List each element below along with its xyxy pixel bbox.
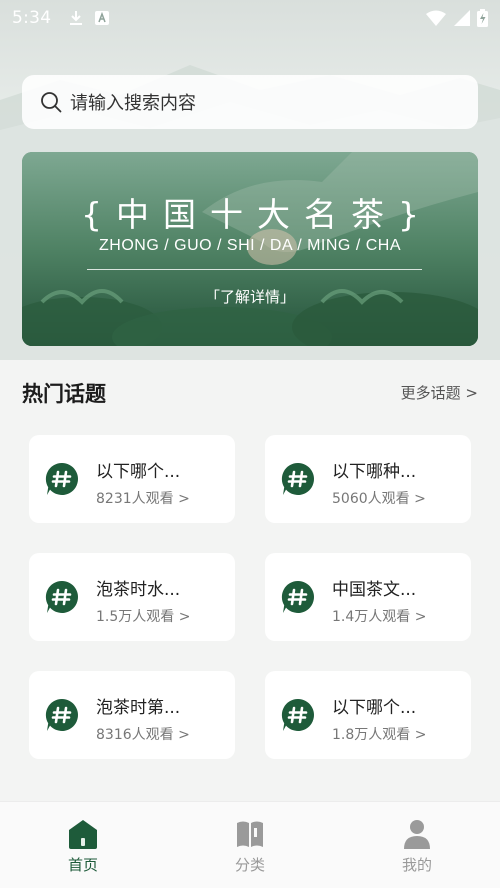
hot-topics-title: 热门话题 xyxy=(22,382,106,406)
hashtag-icon xyxy=(281,580,314,613)
person-icon xyxy=(404,820,430,849)
home-icon xyxy=(69,820,97,849)
topic-views: 8316人观看 > xyxy=(96,727,190,743)
nav-home-label: 首页 xyxy=(67,856,98,874)
font-icon xyxy=(95,11,110,25)
hashtag-icon xyxy=(45,462,78,495)
bottom-nav: 首页 分类 我的 xyxy=(0,801,500,888)
hashtag-icon xyxy=(281,462,314,495)
topic-views: 5060人观看 > xyxy=(332,491,426,507)
signal-icon xyxy=(454,10,470,26)
topic-card[interactable]: 中国茶文... 1.4万人观看 > xyxy=(265,553,471,641)
banner-subtitle: ZHONG / GUO / SHI / DA / MING / CHA xyxy=(99,237,401,254)
hashtag-icon xyxy=(281,698,314,731)
topic-card[interactable]: 以下哪个... 8231人观看 > xyxy=(29,435,235,523)
search-placeholder: 请输入搜索内容 xyxy=(70,93,196,114)
topic-card[interactable]: 以下哪个... 1.8万人观看 > xyxy=(265,671,471,759)
nav-category[interactable]: 分类 xyxy=(190,802,310,888)
topic-title: 以下哪个... xyxy=(96,462,181,482)
tea-banner[interactable]: {中国十大名茶} ZHONG / GUO / SHI / DA / MING /… xyxy=(22,152,478,346)
status-bar: 5:34 xyxy=(0,0,500,36)
search-icon xyxy=(41,92,62,113)
topic-views: 1.5万人观看 > xyxy=(96,609,191,625)
battery-icon xyxy=(477,9,488,27)
banner-title: {中国十大名茶} xyxy=(81,195,433,234)
topic-views: 8231人观看 > xyxy=(96,491,190,507)
hashtag-icon xyxy=(45,698,78,731)
nav-home[interactable]: 首页 xyxy=(23,802,143,888)
nav-profile-label: 我的 xyxy=(401,856,432,874)
topic-title: 以下哪个... xyxy=(332,698,417,718)
book-icon xyxy=(237,821,263,847)
topic-views: 1.4万人观看 > xyxy=(332,609,427,625)
topic-title: 泡茶时第... xyxy=(96,698,181,718)
topic-title: 泡茶时水... xyxy=(96,580,181,600)
search-input[interactable]: 请输入搜索内容 xyxy=(22,75,478,129)
status-time: 5:34 xyxy=(12,8,52,28)
topic-card[interactable]: 泡茶时水... 1.5万人观看 > xyxy=(29,553,235,641)
banner-divider xyxy=(87,269,422,270)
more-topics-link[interactable]: 更多话题 > xyxy=(401,382,478,403)
topic-card[interactable]: 泡茶时第... 8316人观看 > xyxy=(29,671,235,759)
nav-profile[interactable]: 我的 xyxy=(357,802,477,888)
topic-card[interactable]: 以下哪种... 5060人观看 > xyxy=(265,435,471,523)
topic-title: 以下哪种... xyxy=(332,462,417,482)
topic-views: 1.8万人观看 > xyxy=(332,727,427,743)
banner-details-link[interactable]: 「了解详情」 xyxy=(22,286,478,307)
hashtag-icon xyxy=(45,580,78,613)
wifi-icon xyxy=(426,10,446,26)
download-icon xyxy=(70,11,83,25)
nav-category-label: 分类 xyxy=(234,856,265,874)
topic-title: 中国茶文... xyxy=(332,580,417,600)
